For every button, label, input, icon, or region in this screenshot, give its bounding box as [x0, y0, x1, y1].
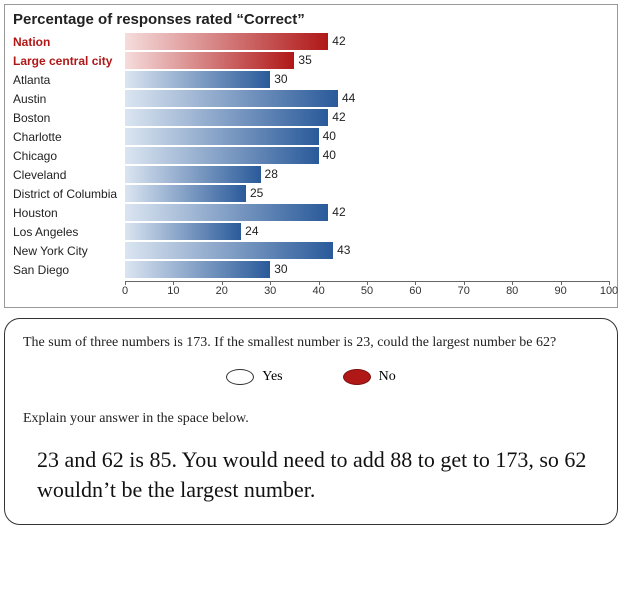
row-label: Houston	[13, 206, 125, 220]
bar-track: 40	[125, 127, 609, 146]
bar-value: 42	[328, 32, 345, 51]
bar-value: 35	[294, 51, 311, 70]
bar	[125, 223, 241, 240]
bar-value: 24	[241, 222, 258, 241]
bar-value: 28	[261, 165, 278, 184]
bar-track: 35	[125, 51, 609, 70]
chart-rows: Nation42Large central city35Atlanta30Aus…	[13, 32, 609, 279]
bar-track: 43	[125, 241, 609, 260]
choice-yes-label: Yes	[262, 369, 282, 385]
table-row: Los Angeles 24	[13, 222, 609, 241]
bar	[125, 109, 328, 126]
bar-track: 42	[125, 108, 609, 127]
table-row: Charlotte 40	[13, 127, 609, 146]
table-row: Chicago 40	[13, 146, 609, 165]
choice-no[interactable]: No	[343, 369, 396, 385]
row-label: Chicago	[13, 149, 125, 163]
explain-prompt: Explain your answer in the space below.	[23, 411, 599, 427]
bar-track: 42	[125, 32, 609, 51]
bar-value: 40	[319, 127, 336, 146]
axis-tick-label: 0	[122, 285, 128, 297]
axis-tick-label: 60	[409, 285, 421, 297]
bar-value: 42	[328, 203, 345, 222]
row-label: Boston	[13, 111, 125, 125]
bar-value: 30	[270, 260, 287, 279]
axis-tick-label: 20	[216, 285, 228, 297]
bar	[125, 185, 246, 202]
table-row: Houston 42	[13, 203, 609, 222]
axis-tick-label: 70	[458, 285, 470, 297]
chart-title: Percentage of responses rated “Correct”	[5, 5, 617, 32]
axis-tick-label: 50	[361, 285, 373, 297]
axis-tick-label: 90	[554, 285, 566, 297]
bar-track: 25	[125, 184, 609, 203]
row-label: Los Angeles	[13, 225, 125, 239]
handwritten-answer: 23 and 62 is 85. You would need to add 8…	[23, 445, 599, 510]
bar	[125, 166, 261, 183]
x-axis: 0102030405060708090100	[13, 281, 609, 301]
table-row: Boston 42	[13, 108, 609, 127]
row-label: Atlanta	[13, 73, 125, 87]
axis-tick-label: 30	[264, 285, 276, 297]
radio-oval-no[interactable]	[343, 369, 371, 385]
bar-track: 24	[125, 222, 609, 241]
bar	[125, 242, 333, 259]
axis-tick-label: 40	[312, 285, 324, 297]
table-row: Atlanta 30	[13, 70, 609, 89]
bar	[125, 204, 328, 221]
choice-no-label: No	[379, 369, 396, 385]
question-prompt: The sum of three numbers is 173. If the …	[23, 335, 599, 351]
bar	[125, 71, 270, 88]
axis-tick-label: 80	[506, 285, 518, 297]
row-label: New York City	[13, 244, 125, 258]
bar	[125, 147, 319, 164]
bar-value: 43	[333, 241, 350, 260]
bar-value: 25	[246, 184, 263, 203]
question-panel: The sum of three numbers is 173. If the …	[4, 318, 618, 525]
bar	[125, 128, 319, 145]
chart-container: Percentage of responses rated “Correct” …	[4, 4, 618, 308]
row-label: Large central city	[13, 54, 125, 68]
bar-track: 42	[125, 203, 609, 222]
bar-value: 42	[328, 108, 345, 127]
chart-body: Nation42Large central city35Atlanta30Aus…	[5, 32, 617, 307]
row-label: Cleveland	[13, 168, 125, 182]
bar-value: 44	[338, 89, 355, 108]
table-row: District of Columbia 25	[13, 184, 609, 203]
bar-value: 40	[319, 146, 336, 165]
table-row: Nation 42	[13, 32, 609, 51]
row-label: District of Columbia	[13, 187, 125, 201]
bar-track: 30	[125, 260, 609, 279]
bar	[125, 52, 294, 69]
row-label: Charlotte	[13, 130, 125, 144]
bar	[125, 33, 328, 50]
bar	[125, 90, 338, 107]
table-row: New York City 43	[13, 241, 609, 260]
table-row: Austin 44	[13, 89, 609, 108]
bar-value: 30	[270, 70, 287, 89]
radio-oval-yes[interactable]	[226, 369, 254, 385]
row-label: San Diego	[13, 263, 125, 277]
row-label: Nation	[13, 35, 125, 49]
bar-track: 30	[125, 70, 609, 89]
axis-tick-label: 100	[600, 285, 618, 297]
bar	[125, 261, 270, 278]
bar-track: 28	[125, 165, 609, 184]
row-label: Austin	[13, 92, 125, 106]
choice-yes[interactable]: Yes	[226, 369, 282, 385]
bar-track: 44	[125, 89, 609, 108]
answer-choices: Yes No	[23, 369, 599, 385]
table-row: San Diego 30	[13, 260, 609, 279]
axis-tick-label: 10	[167, 285, 179, 297]
table-row: Large central city 35	[13, 51, 609, 70]
bar-track: 40	[125, 146, 609, 165]
table-row: Cleveland 28	[13, 165, 609, 184]
